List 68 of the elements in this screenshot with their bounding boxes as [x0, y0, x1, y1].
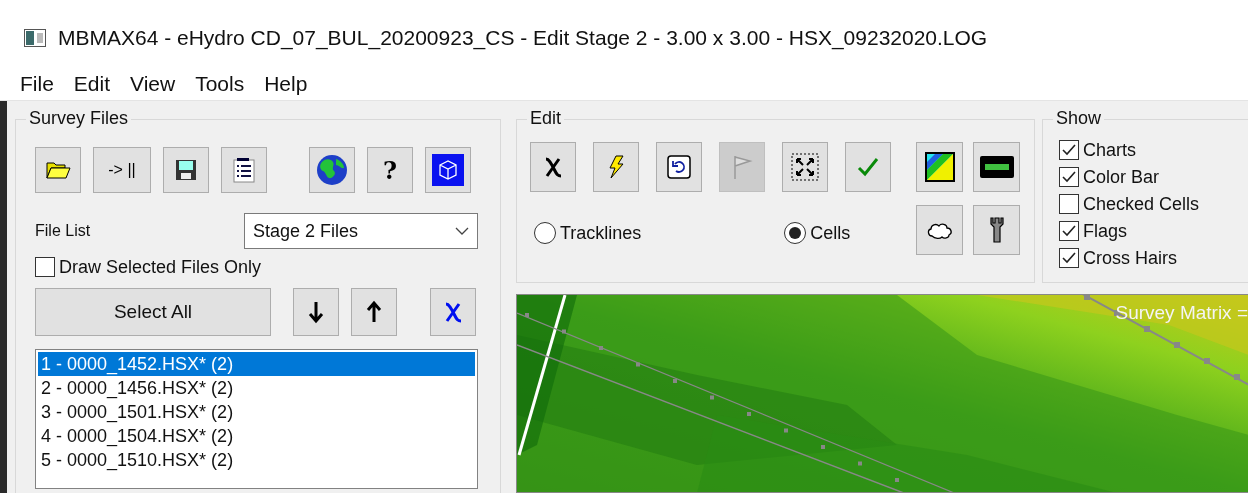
- menu-item[interactable]: Tools: [185, 70, 255, 100]
- down-arrow-button[interactable]: [293, 288, 339, 336]
- menu-item[interactable]: Edit: [63, 70, 121, 100]
- floppy-disk-button[interactable]: [163, 147, 209, 193]
- expand-icon: [791, 153, 819, 181]
- list-button[interactable]: [221, 147, 267, 193]
- app-icon: [24, 29, 46, 47]
- color-bar-icon: [979, 156, 1014, 178]
- file-list-item[interactable]: 5 - 0000_1510.HSX* (2): [38, 448, 475, 472]
- folder-button[interactable]: [35, 147, 81, 193]
- color-ramp-button[interactable]: [916, 142, 963, 192]
- radio-button[interactable]: [534, 222, 556, 244]
- tool-button[interactable]: -> ||: [93, 147, 151, 193]
- cross-icon: [543, 156, 563, 178]
- checkbox-label: Charts: [1083, 141, 1136, 159]
- radio-label: Cells: [810, 224, 851, 242]
- file-list-dropdown[interactable]: Stage 2 Files: [244, 213, 478, 249]
- checkbox[interactable]: [1059, 248, 1079, 268]
- globe-button[interactable]: [309, 147, 355, 193]
- wrench-button[interactable]: [973, 205, 1020, 255]
- menu-item[interactable]: View: [120, 70, 186, 100]
- list-icon: [232, 157, 256, 183]
- flag-icon: [731, 154, 753, 180]
- color-ramp-icon: [924, 152, 955, 182]
- checkbox-label: Checked Cells: [1083, 195, 1200, 213]
- map-overlay-label: Survey Matrix =: [1115, 302, 1248, 325]
- group-title: Survey Files: [26, 108, 132, 129]
- file-list-item[interactable]: 4 - 0000_1504.HSX* (2): [38, 424, 475, 448]
- checkbox[interactable]: [1059, 194, 1079, 214]
- file-list-item[interactable]: 1 - 0000_1452.HSX* (2): [38, 352, 475, 376]
- checkbox-label: Flags: [1083, 222, 1127, 240]
- checkbox[interactable]: [35, 257, 55, 277]
- field-label: File List: [35, 222, 91, 240]
- window-title: MBMAX64 - eHydro CD_07_BUL_20200923_CS - Edit Stage 2 - 3.00 x 3.00 - HSX_09232020.LOG: [58, 26, 988, 50]
- help-button[interactable]: ?: [367, 147, 413, 193]
- checkbox-label: Draw Selected Files Only: [59, 258, 262, 276]
- cube-button[interactable]: [425, 147, 471, 193]
- checkbox-label: Color Bar: [1083, 168, 1160, 186]
- folder-icon: [45, 159, 71, 181]
- globe-icon: [316, 154, 348, 186]
- lightning-button[interactable]: [593, 142, 639, 192]
- expand-button[interactable]: [782, 142, 828, 192]
- checkbox[interactable]: [1059, 167, 1079, 187]
- checkbox-label: Cross Hairs: [1083, 249, 1177, 267]
- checkbox[interactable]: [1059, 140, 1079, 160]
- down-arrow-icon: [308, 300, 324, 324]
- chevron-down-icon: [455, 227, 469, 235]
- cross-button[interactable]: [430, 288, 476, 336]
- checkbox[interactable]: [1059, 221, 1079, 241]
- menu-item[interactable]: Help: [254, 70, 318, 100]
- cube-icon: [432, 154, 464, 186]
- checkmark-icon: [857, 157, 879, 177]
- undo-button[interactable]: [656, 142, 702, 192]
- color-bar-button[interactable]: [973, 142, 1020, 192]
- cross-icon: [443, 301, 463, 323]
- menu-item[interactable]: File: [10, 70, 64, 100]
- file-list-item[interactable]: 3 - 0000_1501.HSX* (2): [38, 400, 475, 424]
- file-list-item[interactable]: 2 - 0000_1456.HSX* (2): [38, 376, 475, 400]
- radio-label: Tracklines: [560, 224, 642, 242]
- select-all-button[interactable]: Select All: [35, 288, 271, 336]
- radio-button[interactable]: [784, 222, 807, 244]
- lightning-icon: [607, 155, 625, 179]
- up-arrow-button[interactable]: [351, 288, 397, 336]
- checkmark-button[interactable]: [845, 142, 891, 192]
- cloud-button[interactable]: [916, 205, 963, 255]
- undo-icon: [666, 154, 692, 180]
- up-arrow-icon: [366, 300, 382, 324]
- cross-button[interactable]: [530, 142, 576, 192]
